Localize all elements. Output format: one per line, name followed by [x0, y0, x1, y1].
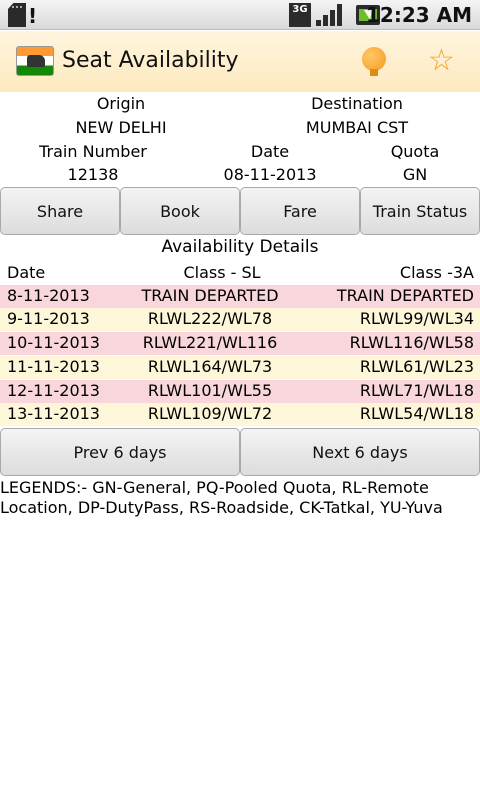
- class-sl-column-header: Class - SL: [183, 263, 261, 282]
- notification-area: !: [8, 3, 38, 27]
- date-label: Date: [250, 142, 290, 161]
- legend-line-2: Location, DP-DutyPass, RS-Roadside, CK-T…: [0, 498, 443, 517]
- row-class-3a: RLWL116/WL58: [349, 333, 474, 352]
- network-type-label: 3G: [292, 4, 308, 15]
- status-clock: 12:23 AM: [365, 3, 472, 27]
- legend-line-1: LEGENDS:- GN-General, PQ-Pooled Quota, R…: [0, 478, 429, 497]
- title-bar: Seat Availability ☆: [0, 31, 480, 92]
- table-row: 13-11-2013 RLWL109/WL72 RLWL54/WL18: [0, 403, 480, 426]
- page-title: Seat Availability: [62, 48, 239, 73]
- availability-title: Availability Details: [161, 237, 319, 257]
- class-3a-column-header: Class -3A: [399, 263, 474, 282]
- row-date: 12-11-2013: [7, 381, 100, 400]
- row-date: 13-11-2013: [7, 404, 100, 423]
- train-logo-icon: [16, 46, 54, 76]
- destination-label: Destination: [311, 94, 403, 113]
- quota-value: GN: [402, 165, 428, 184]
- row-class-sl: RLWL101/WL55: [147, 381, 273, 400]
- train-number-label: Train Number: [39, 142, 147, 161]
- next-6-days-button[interactable]: Next 6 days: [240, 428, 480, 476]
- row-date: 11-11-2013: [7, 357, 100, 376]
- row-class-sl: RLWL164/WL73: [147, 357, 273, 376]
- train-status-button[interactable]: Train Status: [360, 187, 480, 235]
- row-class-3a: TRAIN DEPARTED: [336, 286, 474, 305]
- sd-card-icon: [8, 3, 26, 27]
- row-date: 9-11-2013: [7, 309, 90, 328]
- row-class-3a: RLWL99/WL34: [359, 309, 474, 328]
- 3g-icon: 3G: [289, 3, 311, 27]
- bulb-icon[interactable]: [362, 47, 386, 77]
- date-column-header: Date: [7, 263, 46, 282]
- signal-icon: [316, 4, 346, 26]
- table-row: 12-11-2013 RLWL101/WL55 RLWL71/WL18: [0, 380, 480, 403]
- train-number-value: 12138: [67, 165, 119, 184]
- quota-label: Quota: [390, 142, 440, 161]
- star-icon[interactable]: ☆: [428, 45, 455, 77]
- fare-button[interactable]: Fare: [240, 187, 360, 235]
- date-value: 08-11-2013: [223, 165, 317, 184]
- table-row: 11-11-2013 RLWL164/WL73 RLWL61/WL23: [0, 356, 480, 379]
- origin-value: NEW DELHI: [75, 118, 167, 137]
- legend-text: LEGENDS:- GN-General, PQ-Pooled Quota, R…: [0, 478, 480, 518]
- row-class-3a: RLWL71/WL18: [359, 381, 474, 400]
- row-class-sl: RLWL222/WL78: [147, 309, 273, 328]
- table-row: 8-11-2013 TRAIN DEPARTED TRAIN DEPARTED: [0, 285, 480, 308]
- row-class-sl: RLWL221/WL116: [142, 333, 278, 352]
- alert-icon: !: [28, 4, 38, 28]
- row-class-sl: RLWL109/WL72: [147, 404, 273, 423]
- origin-label: Origin: [96, 94, 146, 113]
- table-row: 10-11-2013 RLWL221/WL116 RLWL116/WL58: [0, 332, 480, 355]
- book-button[interactable]: Book: [120, 187, 240, 235]
- table-row: 9-11-2013 RLWL222/WL78 RLWL99/WL34: [0, 308, 480, 331]
- row-class-3a: RLWL54/WL18: [359, 404, 474, 423]
- row-date: 10-11-2013: [7, 333, 100, 352]
- share-button[interactable]: Share: [0, 187, 120, 235]
- prev-6-days-button[interactable]: Prev 6 days: [0, 428, 240, 476]
- status-bar: ! 3G 12:23 AM: [0, 0, 480, 30]
- row-class-sl: TRAIN DEPARTED: [141, 286, 279, 305]
- destination-value: MUMBAI CST: [305, 118, 409, 137]
- row-date: 8-11-2013: [7, 286, 90, 305]
- row-class-3a: RLWL61/WL23: [359, 357, 474, 376]
